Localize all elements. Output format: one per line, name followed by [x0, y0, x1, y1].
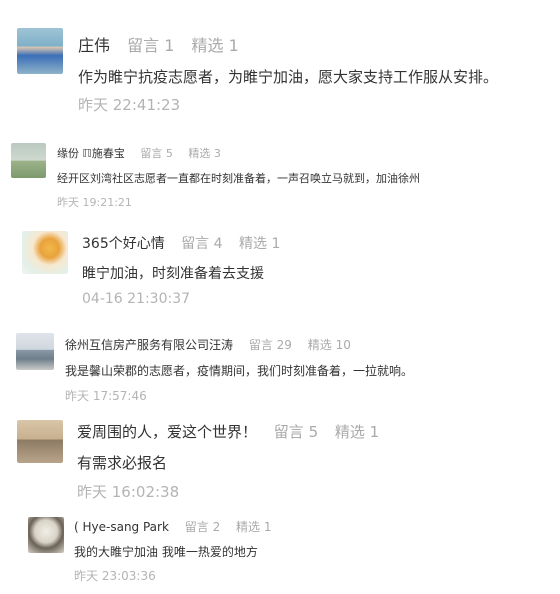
comment-time: 04-16 21:30:37: [82, 291, 191, 307]
selected-count: 精选 1: [236, 520, 272, 534]
avatar[interactable]: [17, 28, 63, 74]
comment-time: 昨天 16:02:38: [77, 483, 180, 501]
reply-count: 留言 5: [273, 423, 319, 441]
avatar[interactable]: [16, 333, 54, 370]
comment-meta: ( Hye-sang Park 留言 2 精选 1: [74, 518, 271, 535]
selected-count: 精选 1: [334, 423, 380, 441]
selected-count: 精选 3: [188, 147, 221, 160]
reply-count: 留言 29: [248, 338, 292, 352]
reply-count: 留言 2: [184, 520, 221, 534]
commenter-name[interactable]: ( Hye-sang Park: [74, 520, 169, 534]
comment-meta: 缘份 ℿ施春宝 留言 5 精选 3: [57, 145, 221, 161]
reply-count: 留言 1: [127, 36, 175, 55]
comment-text: 我是馨山荣郡的志愿者，疫情期间，我们时刻准备着，一拉就响。: [65, 364, 414, 378]
comment-meta: 365个好心情 留言 4 精选 1: [82, 233, 280, 253]
avatar[interactable]: [11, 143, 46, 178]
commenter-name[interactable]: 365个好心情: [82, 236, 165, 252]
reply-count: 留言 5: [140, 147, 173, 160]
commenter-name[interactable]: 爱周围的人，爱这个世界！: [77, 423, 257, 441]
commenter-name[interactable]: 缘份 ℿ施春宝: [57, 147, 125, 160]
comment-meta: 爱周围的人，爱这个世界！ 留言 5 精选 1: [77, 421, 379, 442]
commenter-name[interactable]: 徐州互信房产服务有限公司汪涛: [65, 338, 233, 352]
comment-text: 有需求必报名: [77, 454, 168, 472]
comment-time: 昨天 19:21:21: [57, 196, 132, 209]
comment-meta: 庄伟 留言 1 精选 1: [78, 32, 239, 56]
commenter-name[interactable]: 庄伟: [78, 36, 110, 55]
avatar[interactable]: [17, 420, 63, 463]
comment-text: 经开区刘湾社区志愿者一直都在时刻准备着，一声召唤立马就到，加油徐州: [57, 172, 420, 185]
selected-count: 精选 1: [239, 236, 281, 252]
comment-meta: 徐州互信房产服务有限公司汪涛 留言 29 精选 10: [65, 336, 351, 353]
comment-text: 作为睢宁抗疫志愿者，为睢宁加油，愿大家支持工作服从安排。: [78, 68, 499, 86]
avatar[interactable]: [22, 231, 68, 274]
selected-count: 精选 1: [191, 36, 239, 55]
comment-text: 我的大睢宁加油 我唯一热爱的地方: [74, 545, 258, 559]
comment-time: 昨天 22:41:23: [78, 96, 181, 114]
comment-time: 昨天 23:03:36: [74, 569, 156, 583]
selected-count: 精选 10: [307, 338, 351, 352]
comment-time: 昨天 17:57:46: [65, 389, 147, 403]
avatar[interactable]: [28, 517, 64, 553]
reply-count: 留言 4: [181, 236, 223, 252]
comment-text: 睢宁加油，时刻准备着去支援: [82, 266, 264, 282]
